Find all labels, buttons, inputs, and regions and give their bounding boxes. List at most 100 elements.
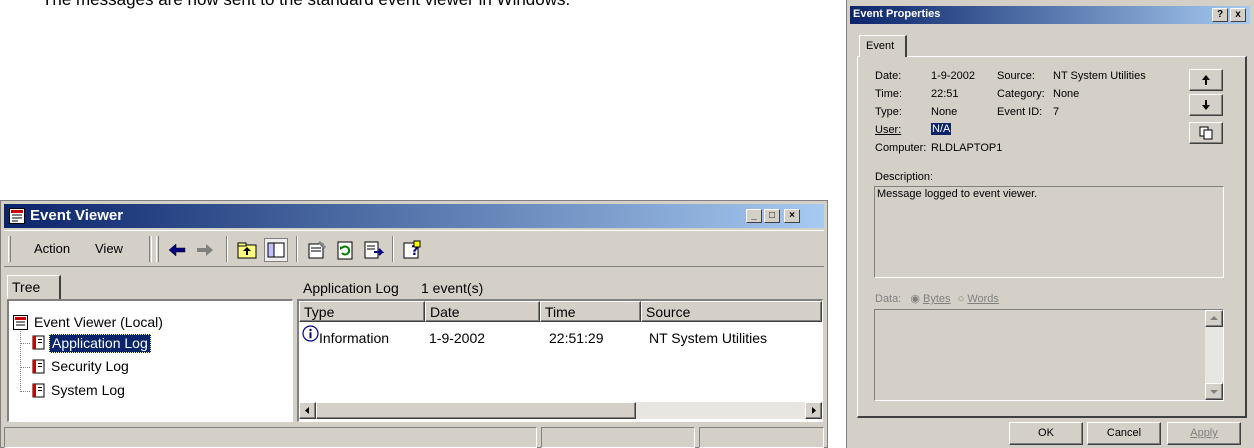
event-id-value: 7 bbox=[1053, 106, 1060, 118]
tree-connector bbox=[20, 367, 30, 368]
background-text: The messages are now sent to the standar… bbox=[42, 0, 570, 10]
scroll-down-button[interactable] bbox=[1205, 383, 1223, 400]
menu-action[interactable]: Action bbox=[34, 241, 70, 256]
help-button[interactable]: ? bbox=[1212, 8, 1228, 22]
words-radio[interactable]: ○ bbox=[958, 293, 965, 305]
maximize-button[interactable]: □ bbox=[764, 209, 780, 223]
log-book-icon bbox=[31, 335, 46, 350]
source-value: NT System Utilities bbox=[1053, 70, 1146, 82]
copy-icon bbox=[1199, 126, 1213, 140]
event-properties-dialog: Event Properties ? x Event Date: 1-9-200… bbox=[846, 0, 1254, 448]
back-arrow-icon[interactable] bbox=[166, 239, 188, 261]
status-bar-pane bbox=[4, 427, 537, 448]
column-header-label: Type bbox=[304, 304, 335, 320]
vertical-scrollbar[interactable] bbox=[1205, 310, 1223, 400]
tree-connector bbox=[20, 343, 30, 344]
refresh-icon[interactable] bbox=[334, 239, 356, 261]
type-value: None bbox=[931, 106, 958, 118]
status-bar-pane bbox=[699, 427, 824, 448]
down-arrow-icon bbox=[1202, 100, 1210, 110]
menu-action-label: Action bbox=[34, 241, 71, 256]
tree-item-label: Application Log bbox=[52, 335, 148, 351]
computer-label: Computer: bbox=[875, 142, 927, 154]
list-title: Application Log bbox=[303, 280, 399, 296]
properties-icon[interactable] bbox=[306, 239, 328, 261]
description-label: Description: bbox=[875, 171, 934, 183]
toolbar-separator bbox=[226, 236, 228, 262]
type-label: Type: bbox=[875, 106, 902, 118]
event-viewer-title: Event Viewer bbox=[30, 207, 124, 224]
help-button-label: ? bbox=[1216, 9, 1224, 20]
tab-tree[interactable]: Tree bbox=[7, 275, 61, 299]
tree-connector bbox=[20, 331, 21, 392]
description-box[interactable]: Message logged to event viewer. bbox=[874, 186, 1224, 278]
log-book-icon bbox=[31, 359, 46, 374]
scroll-thumb[interactable] bbox=[316, 402, 636, 419]
next-event-button[interactable] bbox=[1189, 94, 1223, 116]
export-list-icon[interactable] bbox=[362, 239, 385, 261]
tree-item-security-log[interactable]: Security Log bbox=[51, 358, 129, 374]
column-header-label: Time bbox=[545, 304, 576, 320]
data-format-row: Data: ◉ Bytes ○ Words bbox=[875, 292, 999, 305]
tree-item-system-log[interactable]: System Log bbox=[51, 382, 125, 398]
event-viewer-root-icon bbox=[13, 315, 28, 330]
properties-titlebar[interactable]: Event Properties ? x bbox=[850, 6, 1250, 24]
cancel-button-label: Cancel bbox=[1106, 427, 1142, 439]
scroll-left-button[interactable] bbox=[299, 402, 316, 419]
tree-root[interactable]: Event Viewer (Local) bbox=[34, 314, 163, 330]
event-list: Type Date Time Source Information 1-9-20… bbox=[297, 299, 823, 422]
close-dialog-button-label: x bbox=[1235, 9, 1241, 20]
tab-event[interactable]: Event bbox=[859, 35, 907, 57]
information-icon bbox=[302, 325, 319, 342]
toolbar-grip bbox=[8, 236, 11, 262]
toolbar-separator bbox=[296, 236, 298, 262]
copy-button[interactable] bbox=[1189, 122, 1223, 144]
event-id-label: Event ID: bbox=[997, 106, 1043, 118]
up-arrow-icon bbox=[1202, 75, 1210, 85]
show-hide-tree-icon[interactable] bbox=[264, 238, 288, 262]
close-dialog-button[interactable]: x bbox=[1230, 8, 1246, 22]
data-box[interactable] bbox=[874, 309, 1224, 401]
bytes-radio-label: Bytes bbox=[923, 293, 951, 305]
date-label: Date: bbox=[875, 70, 902, 82]
scroll-right-button[interactable] bbox=[805, 402, 822, 419]
user-value[interactable]: N/A bbox=[931, 123, 952, 135]
column-header-type[interactable]: Type bbox=[299, 301, 425, 322]
cell-date: 1-9-2002 bbox=[429, 330, 486, 346]
tab-tree-label: Tree bbox=[12, 279, 41, 295]
event-viewer-window: Event Viewer _ □ × Action View ? Tree Ev… bbox=[0, 200, 828, 448]
toolbar-separator bbox=[392, 236, 394, 262]
tree-item-application-log[interactable]: Application Log bbox=[49, 334, 151, 353]
tab-event-label: Event bbox=[866, 40, 895, 52]
bytes-radio[interactable]: ◉ bbox=[910, 293, 920, 305]
up-one-level-icon[interactable] bbox=[236, 239, 258, 261]
tree-pane: Event Viewer (Local) Application Log Sec… bbox=[7, 299, 293, 422]
time-label: Time: bbox=[875, 88, 903, 100]
status-bar-pane bbox=[541, 427, 695, 448]
previous-event-button[interactable] bbox=[1189, 69, 1223, 91]
list-header-strip: Application Log 1 event(s) bbox=[299, 277, 823, 299]
time-value: 22:51 bbox=[931, 88, 959, 100]
apply-button[interactable]: Apply bbox=[1167, 422, 1241, 445]
description-text: Message logged to event viewer. bbox=[877, 188, 1038, 200]
column-header-date[interactable]: Date bbox=[425, 301, 540, 322]
cell-time: 22:51:29 bbox=[549, 330, 604, 346]
source-label: Source: bbox=[997, 70, 1035, 82]
help-icon[interactable]: ? bbox=[401, 239, 423, 261]
column-header-source[interactable]: Source bbox=[641, 301, 822, 322]
ok-button-label: OK bbox=[1038, 427, 1054, 439]
data-label: Data: bbox=[875, 293, 902, 305]
column-header-time[interactable]: Time bbox=[540, 301, 641, 322]
minimize-button[interactable]: _ bbox=[746, 209, 762, 223]
horizontal-scrollbar[interactable] bbox=[299, 402, 822, 419]
table-row[interactable]: Information 1-9-2002 22:51:29 NT System … bbox=[299, 324, 819, 346]
ok-button[interactable]: OK bbox=[1009, 422, 1083, 445]
event-viewer-titlebar[interactable]: Event Viewer _ □ × bbox=[4, 204, 824, 228]
forward-arrow-icon[interactable] bbox=[194, 239, 216, 261]
computer-value: RLDLAPTOP1 bbox=[931, 142, 1003, 154]
cancel-button[interactable]: Cancel bbox=[1087, 422, 1161, 445]
menu-view[interactable]: View bbox=[95, 241, 123, 256]
close-button[interactable]: × bbox=[784, 209, 800, 223]
scroll-up-button[interactable] bbox=[1205, 310, 1223, 327]
category-value: None bbox=[1053, 88, 1080, 100]
